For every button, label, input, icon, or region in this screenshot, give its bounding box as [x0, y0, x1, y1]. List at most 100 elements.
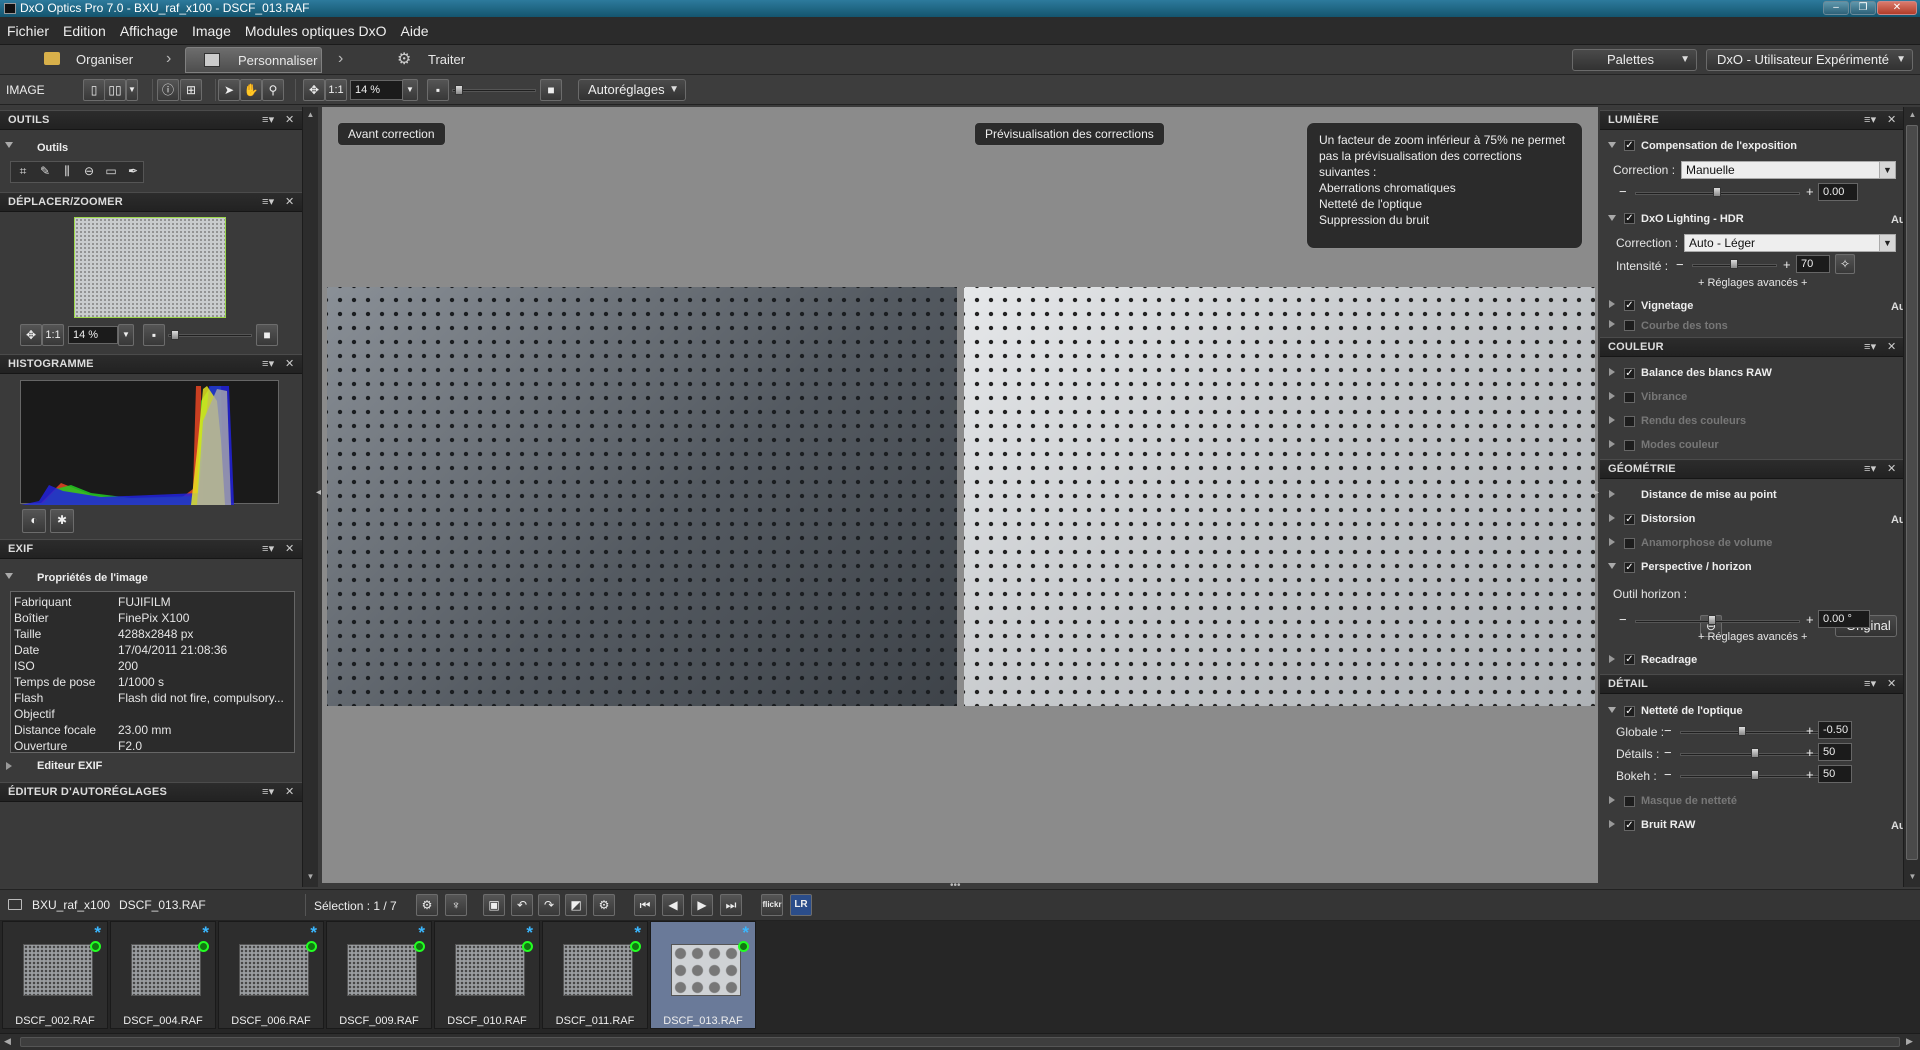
close-button[interactable]: ✕	[1877, 1, 1917, 15]
panel-menu-icon[interactable]: ≡▾	[262, 783, 274, 802]
highlight-clipping-icon[interactable]: ✱	[50, 509, 74, 533]
details-slider-thumb[interactable]	[1751, 748, 1759, 758]
menu-aide[interactable]: Aide	[394, 17, 436, 45]
scrollbar-thumb[interactable]	[1906, 125, 1918, 860]
hand-tool-button[interactable]: ✋	[240, 79, 262, 101]
filmstrip-thumbnail[interactable]: * DSCF_006.RAF	[218, 921, 324, 1029]
minus-icon[interactable]: −	[1619, 184, 1627, 199]
zoom-out-icon[interactable]: ▪	[143, 324, 165, 346]
after-image[interactable]	[964, 287, 1595, 706]
collapse-icon[interactable]	[1609, 514, 1615, 522]
filmstrip-thumbnail[interactable]: * DSCF_010.RAF	[434, 921, 540, 1029]
filmstrip-thumbnail[interactable]: * DSCF_011.RAF	[542, 921, 648, 1029]
rotate-right-icon[interactable]: ↷	[538, 894, 560, 916]
expand-icon[interactable]	[5, 142, 13, 148]
panel-close-icon[interactable]: ✕	[285, 355, 294, 374]
workspace-dropdown[interactable]: DxO - Utilisateur Expérimenté ▼	[1706, 49, 1913, 71]
filmstrip-thumbnail[interactable]: * DSCF_009.RAF	[326, 921, 432, 1029]
fit-button[interactable]: ✥	[20, 324, 42, 346]
scroll-down-icon[interactable]: ▼	[1907, 872, 1918, 883]
before-image[interactable]	[327, 287, 957, 706]
panel-close-icon[interactable]: ✕	[1887, 460, 1896, 479]
expand-icon[interactable]	[1608, 563, 1616, 569]
expand-icon[interactable]	[1608, 215, 1616, 221]
panel-close-icon[interactable]: ✕	[1887, 675, 1896, 694]
filmstrip-thumbnail[interactable]: * DSCF_002.RAF	[2, 921, 108, 1029]
collapse-icon[interactable]	[1609, 440, 1615, 448]
tab-organiser[interactable]: Organiser	[40, 47, 180, 73]
panel-close-icon[interactable]: ✕	[1887, 338, 1896, 357]
couleur-checkbox[interactable]	[1624, 416, 1635, 427]
courbe-checkbox[interactable]	[1624, 320, 1635, 331]
panel-close-icon[interactable]: ✕	[1887, 111, 1896, 130]
bokeh-value[interactable]: 50	[1818, 765, 1852, 783]
fit-button[interactable]: ✥	[303, 79, 325, 101]
details-value[interactable]: 50	[1818, 743, 1852, 761]
flickr-button[interactable]: flickr	[761, 894, 783, 916]
exif-editor-subhead[interactable]: Editeur EXIF	[37, 756, 102, 776]
menu-image[interactable]: Image	[185, 17, 238, 45]
exposure-value[interactable]: 0.00	[1818, 183, 1858, 201]
grid-button[interactable]: ⊞	[180, 79, 202, 101]
right-scrollbar[interactable]: ▲ ▼	[1903, 107, 1920, 887]
nav-zoom-slider[interactable]	[168, 334, 252, 337]
compare-view-button[interactable]: ▯▯	[104, 79, 126, 101]
masque-checkbox[interactable]	[1624, 796, 1635, 807]
plus-icon[interactable]: +	[1783, 257, 1791, 272]
panel-menu-icon[interactable]: ≡▾	[1864, 111, 1876, 130]
expand-icon[interactable]	[1608, 142, 1616, 148]
collapse-icon[interactable]	[1609, 416, 1615, 424]
nettete-checkbox[interactable]: ✓	[1624, 706, 1635, 717]
scrollbar-thumb[interactable]	[20, 1037, 1900, 1047]
collapse-icon[interactable]	[1609, 320, 1615, 328]
lightroom-button[interactable]: LR	[790, 894, 812, 916]
panel-menu-icon[interactable]: ≡▾	[262, 540, 274, 559]
ratio-button[interactable]: 1:1	[42, 324, 64, 346]
filmstrip-thumbnail[interactable]: * DSCF_013.RAF	[650, 921, 756, 1029]
collapse-left-icon[interactable]: ◂	[316, 487, 321, 498]
dropdown-arrow-icon[interactable]: ▼	[118, 324, 134, 346]
plus-icon[interactable]: +	[1806, 767, 1814, 782]
image-viewer[interactable]: Avant correction Prévisualisation des co…	[316, 107, 1599, 883]
minus-icon[interactable]: −	[1664, 767, 1672, 782]
panel-close-icon[interactable]: ✕	[285, 783, 294, 802]
panel-close-icon[interactable]: ✕	[285, 193, 294, 212]
eraser-icon[interactable]: ✎	[36, 164, 54, 180]
rectangle-icon[interactable]: ▭	[102, 164, 120, 180]
menu-edition[interactable]: Edition	[56, 17, 113, 45]
collapse-icon[interactable]	[1609, 300, 1615, 308]
collapse-right-icon[interactable]: ▸	[1594, 487, 1599, 498]
zoom-slider[interactable]	[452, 89, 536, 92]
minus-icon[interactable]: −	[1664, 723, 1672, 738]
exposure-correction-select[interactable]: Manuelle ▼	[1681, 161, 1896, 179]
first-image-icon[interactable]: ⏮	[634, 894, 656, 916]
previous-image-icon[interactable]: ◀	[662, 894, 684, 916]
panel-menu-icon[interactable]: ≡▾	[262, 111, 274, 130]
horizon-icon[interactable]: ⊖	[80, 164, 98, 180]
plus-icon[interactable]: +	[1806, 723, 1814, 738]
horizon-slider[interactable]	[1635, 620, 1800, 623]
horizon-value[interactable]: 0.00 °	[1818, 610, 1870, 628]
nav-zoom-field[interactable]: 14 %	[68, 326, 118, 344]
pin-icon[interactable]: ♆	[445, 894, 467, 916]
scroll-up-icon[interactable]: ▲	[1907, 110, 1918, 121]
menu-modules[interactable]: Modules optiques DxO	[238, 17, 394, 45]
palettes-dropdown[interactable]: Palettes ▼	[1572, 49, 1697, 71]
minus-icon[interactable]: −	[1664, 745, 1672, 760]
globale-value[interactable]: -0.50	[1818, 721, 1852, 739]
menu-affichage[interactable]: Affichage	[113, 17, 185, 45]
zoom-out-icon[interactable]: ▪	[427, 79, 449, 101]
couleur-checkbox[interactable]: ✓	[1624, 368, 1635, 379]
plus-icon[interactable]: +	[1806, 184, 1814, 199]
geometrie-advanced-link[interactable]: + Réglages avancés +	[1698, 631, 1807, 643]
nav-zoom-slider-thumb[interactable]	[171, 330, 179, 340]
zoom-slider-thumb[interactable]	[455, 85, 463, 95]
zoom-tool-button[interactable]: ⚲	[262, 79, 284, 101]
eyedropper-icon[interactable]: ✒	[124, 164, 142, 180]
panel-close-icon[interactable]: ✕	[285, 540, 294, 559]
panel-menu-icon[interactable]: ≡▾	[262, 355, 274, 374]
minus-icon[interactable]: −	[1619, 612, 1627, 627]
minimize-button[interactable]: –	[1823, 1, 1849, 15]
filter-icon[interactable]: ⚙	[416, 894, 438, 916]
zoom-in-icon[interactable]: ■	[256, 324, 278, 346]
